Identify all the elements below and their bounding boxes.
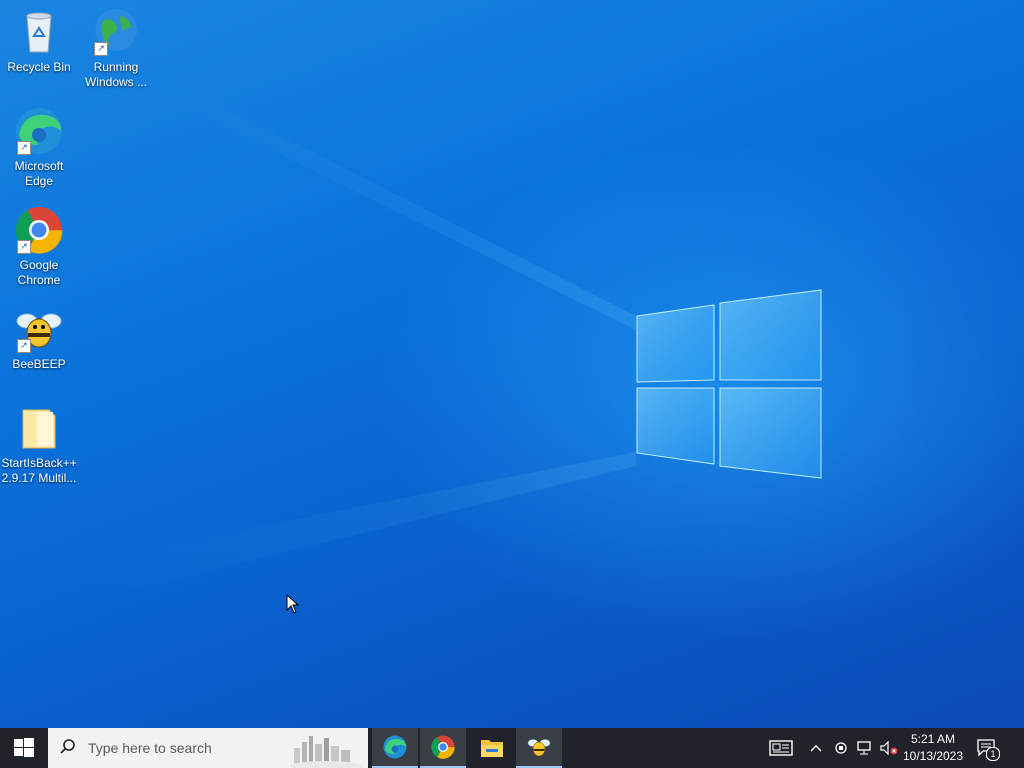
desktop[interactable]: Recycle Bin ↗ Running Windows ... ↗ Micr…	[0, 0, 1024, 728]
shortcut-arrow-icon: ↗	[17, 339, 31, 353]
shortcut-arrow-icon: ↗	[94, 42, 108, 56]
bee-icon: ↗	[13, 303, 65, 355]
notification-count-badge: 1	[986, 747, 1000, 761]
shortcut-arrow-icon: ↗	[17, 141, 31, 155]
globe-icon: ↗	[90, 6, 142, 58]
volume-button[interactable]	[878, 728, 900, 768]
wallpaper-logo	[90, 70, 822, 600]
taskbar-app-file-explorer[interactable]	[469, 728, 515, 768]
desktop-icon-label: Google Chrome	[17, 258, 61, 287]
network-icon	[857, 741, 871, 755]
desktop-icon-startisback-folder[interactable]: StartIsBack++ 2.9.17 Multil...	[1, 402, 77, 486]
desktop-icon-recycle-bin[interactable]: Recycle Bin	[1, 6, 77, 75]
taskbar: Type here to search 5:21 AM 10/13/2023 1	[0, 728, 1024, 768]
desktop-icon-label: BeeBEEP	[12, 357, 66, 371]
start-button[interactable]	[0, 728, 48, 768]
chevron-up-icon	[810, 745, 822, 752]
shortcut-arrow-icon: ↗	[17, 240, 31, 254]
desktop-icon-google-chrome[interactable]: ↗ Google Chrome	[1, 204, 77, 288]
desktop-icon-running-windows[interactable]: ↗ Running Windows ...	[78, 6, 154, 90]
desktop-icon-beebeep[interactable]: ↗ BeeBEEP	[1, 303, 77, 372]
chrome-icon	[431, 735, 455, 759]
search-box[interactable]: Type here to search	[48, 728, 368, 768]
clock-time: 5:21 AM	[910, 732, 956, 746]
file-explorer-icon	[481, 740, 503, 757]
desktop-icon-label: Recycle Bin	[7, 60, 71, 74]
desktop-icon-label: StartIsBack++ 2.9.17 Multil...	[1, 456, 77, 485]
news-widget-button[interactable]	[764, 728, 798, 768]
chrome-icon: ↗	[13, 204, 65, 256]
search-highlight-skyline-icon	[290, 736, 362, 768]
edge-icon: ↗	[13, 105, 65, 157]
search-placeholder: Type here to search	[88, 740, 212, 756]
windows-logo-icon	[14, 738, 34, 757]
volume-muted-icon	[880, 741, 898, 755]
taskbar-app-chrome[interactable]	[420, 728, 466, 768]
news-widget-icon	[769, 740, 793, 756]
search-icon	[48, 738, 88, 759]
desktop-icon-label: Microsoft Edge	[14, 159, 64, 188]
meet-now-button[interactable]	[830, 728, 852, 768]
edge-icon	[383, 735, 407, 759]
bee-icon	[527, 739, 551, 757]
desktop-icon-label: Running Windows ...	[84, 60, 147, 89]
meet-now-icon	[835, 742, 847, 754]
desktop-icon-microsoft-edge[interactable]: ↗ Microsoft Edge	[1, 105, 77, 189]
mouse-pointer-icon	[286, 594, 300, 614]
show-hidden-icons-button[interactable]	[806, 728, 826, 768]
network-button[interactable]	[854, 728, 876, 768]
clock-date: 10/13/2023	[902, 749, 964, 763]
recycle-bin-icon	[13, 6, 65, 58]
action-center-button[interactable]: 1	[972, 728, 1002, 768]
taskbar-app-beebeep[interactable]	[516, 728, 562, 768]
clock[interactable]: 5:21 AM 10/13/2023	[900, 731, 966, 765]
folder-icon	[13, 402, 65, 454]
taskbar-app-edge[interactable]	[372, 728, 418, 768]
